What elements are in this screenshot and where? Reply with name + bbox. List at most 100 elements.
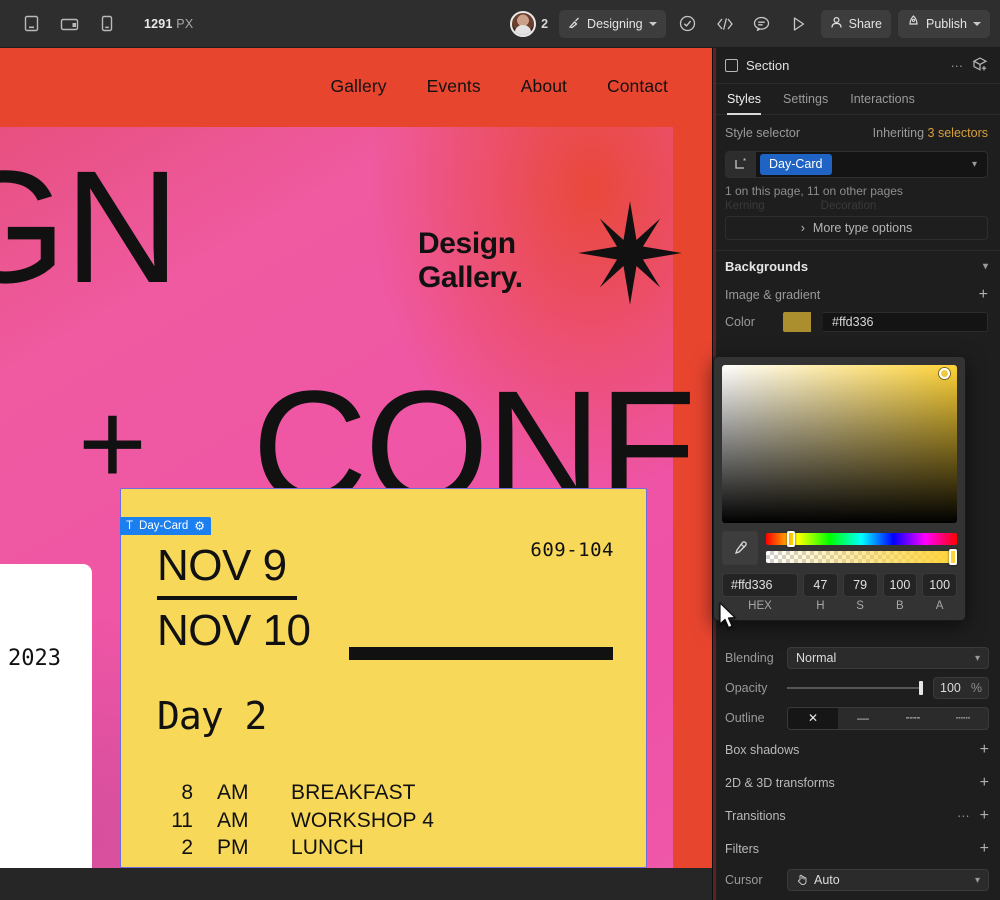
inheriting-note: Inheriting 3 selectors: [873, 126, 988, 140]
add-component-icon[interactable]: [972, 56, 988, 75]
nav-link-contact[interactable]: Contact: [607, 76, 668, 97]
chevron-down-icon[interactable]: ▾: [972, 159, 977, 170]
picker-field-labels: HEX H S B A: [722, 600, 957, 612]
picker-s-input[interactable]: 79: [842, 573, 878, 597]
cursor-label: Cursor: [725, 873, 763, 887]
transforms-row[interactable]: 2D & 3D transforms +: [713, 766, 1000, 799]
nav-link-gallery[interactable]: Gallery: [331, 76, 387, 97]
add-transition-button[interactable]: +: [980, 807, 989, 824]
outline-dashed[interactable]: ╌╌: [888, 708, 938, 729]
color-hex-input[interactable]: #ffd336: [823, 312, 988, 332]
tab-styles[interactable]: Styles: [727, 84, 761, 115]
site-navbar[interactable]: Gallery Events About Contact: [0, 48, 712, 127]
nav-link-events[interactable]: Events: [427, 76, 481, 97]
day-card[interactable]: NOV 9 NOV 10 609-104 Day 2 8 AM BREAKFAS…: [120, 488, 647, 868]
top-toolbar: 1291 PX 2 Designing Share Publish: [0, 0, 1000, 48]
blending-label: Blending: [725, 651, 774, 665]
ellipsis-icon[interactable]: ⋯: [957, 808, 970, 823]
picker-h-label: H: [816, 600, 825, 612]
play-preview-icon[interactable]: [784, 10, 814, 38]
hue-handle[interactable]: [787, 531, 795, 547]
mobile-device-icon[interactable]: [90, 9, 124, 39]
add-image-gradient-button[interactable]: +: [979, 287, 988, 303]
image-gradient-row: Image & gradient +: [713, 282, 1000, 308]
eyedropper-icon[interactable]: [722, 531, 758, 565]
schedule-event: LUNCH: [291, 836, 364, 859]
design-canvas[interactable]: Gallery Events About Contact GN + CONF D…: [0, 48, 712, 868]
blending-dropdown[interactable]: Normal ▾: [787, 647, 989, 669]
transitions-row[interactable]: Transitions ⋯ +: [713, 799, 1000, 832]
picker-value-fields: #ffd336 47 79 100 100: [722, 573, 957, 597]
style-selector-header: Style selector Inheriting 3 selectors: [713, 120, 1000, 146]
opacity-label: Opacity: [725, 681, 768, 695]
publish-label: Publish: [926, 16, 967, 31]
designing-pen-icon: [568, 16, 581, 32]
chevron-down-icon[interactable]: ▾: [983, 261, 988, 272]
chevron-down-icon: ▾: [974, 652, 980, 664]
code-brackets-icon[interactable]: [710, 10, 740, 38]
outline-solid[interactable]: —: [838, 708, 888, 729]
collaborators[interactable]: 2: [510, 10, 548, 37]
picker-a-input[interactable]: 100: [922, 573, 957, 597]
hue-slider[interactable]: [766, 531, 957, 547]
card-schedule-list: 8 AM BREAKFAST 11 AM WORKSHOP 4 2 PM LUN…: [151, 779, 434, 868]
schedule-row: 5 PM WORKSHOP 5: [151, 862, 434, 868]
tab-settings[interactable]: Settings: [783, 84, 828, 115]
transitions-label: Transitions: [725, 808, 786, 823]
site-nav-links: Gallery Events About Contact: [331, 76, 669, 97]
filters-row[interactable]: Filters +: [713, 832, 1000, 865]
box-shadows-label: Box shadows: [725, 742, 800, 757]
year-label: 2023: [8, 646, 61, 671]
tablet-device-icon[interactable]: [52, 9, 86, 39]
saturation-brightness-area[interactable]: [722, 365, 957, 523]
check-circle-icon[interactable]: [673, 10, 703, 38]
class-tag-day-card[interactable]: Day-Card: [760, 154, 832, 175]
share-button[interactable]: Share: [820, 9, 891, 38]
opacity-input[interactable]: 100 %: [933, 677, 989, 699]
nav-link-about[interactable]: About: [521, 76, 567, 97]
add-filter-button[interactable]: +: [980, 840, 989, 857]
opacity-slider[interactable]: [787, 681, 923, 695]
box-shadows-row[interactable]: Box shadows +: [713, 733, 1000, 766]
sb-selector-handle[interactable]: [939, 368, 950, 379]
color-picker-popover[interactable]: #ffd336 47 79 100 100 HEX H S B A: [713, 356, 966, 621]
desktop-device-icon[interactable]: [14, 9, 48, 39]
color-swatch[interactable]: [783, 312, 811, 332]
tab-interactions[interactable]: Interactions: [850, 84, 915, 115]
add-box-shadow-button[interactable]: +: [980, 741, 989, 758]
ghost-label-kerning: Kerning: [725, 200, 765, 212]
panel-lower-group: Blending Normal ▾ Opacity 100 % Outline …: [713, 643, 1000, 895]
backgrounds-section-header[interactable]: Backgrounds ▾: [713, 250, 1000, 282]
mode-dropdown[interactable]: Designing: [559, 9, 666, 38]
more-type-options-button[interactable]: › More type options: [725, 216, 988, 240]
canvas-width-readout: 1291 PX: [144, 17, 193, 31]
avatar[interactable]: [510, 10, 537, 37]
selector-scope-icon[interactable]: *: [726, 152, 756, 177]
schedule-hour: 8: [181, 781, 193, 804]
gear-icon[interactable]: ⚙: [194, 520, 205, 532]
opacity-slider-handle[interactable]: [919, 681, 923, 695]
inheriting-count: 3 selectors: [927, 126, 988, 140]
style-selector-input[interactable]: * Day-Card ▾: [725, 151, 988, 178]
alpha-handle[interactable]: [949, 549, 957, 565]
publish-button[interactable]: Publish: [898, 9, 990, 38]
canvas-width-unit: PX: [176, 16, 194, 31]
blending-row: Blending Normal ▾: [713, 643, 1000, 673]
filters-actions: +: [980, 840, 989, 857]
add-transform-button[interactable]: +: [980, 774, 989, 791]
alpha-slider[interactable]: [766, 549, 957, 565]
comment-icon[interactable]: [747, 10, 777, 38]
picker-hex-input[interactable]: #ffd336: [722, 573, 798, 597]
outline-none[interactable]: ✕: [788, 707, 838, 729]
eight-point-star-icon: [576, 199, 684, 312]
selected-element-badge[interactable]: T Day-Card ⚙: [120, 517, 212, 535]
outline-dotted[interactable]: ┄┄: [938, 708, 988, 729]
picker-b-input[interactable]: 100: [882, 573, 918, 597]
picker-h-input[interactable]: 47: [803, 573, 838, 597]
cursor-dropdown[interactable]: Auto ▾: [787, 869, 989, 891]
ellipsis-icon[interactable]: ⋯: [951, 58, 965, 73]
year-card[interactable]: 2023: [0, 564, 92, 868]
schedule-row: 8 AM BREAKFAST: [151, 779, 434, 807]
card-date-line1: NOV 9: [157, 541, 287, 590]
element-badge-label: Day-Card: [139, 520, 189, 532]
